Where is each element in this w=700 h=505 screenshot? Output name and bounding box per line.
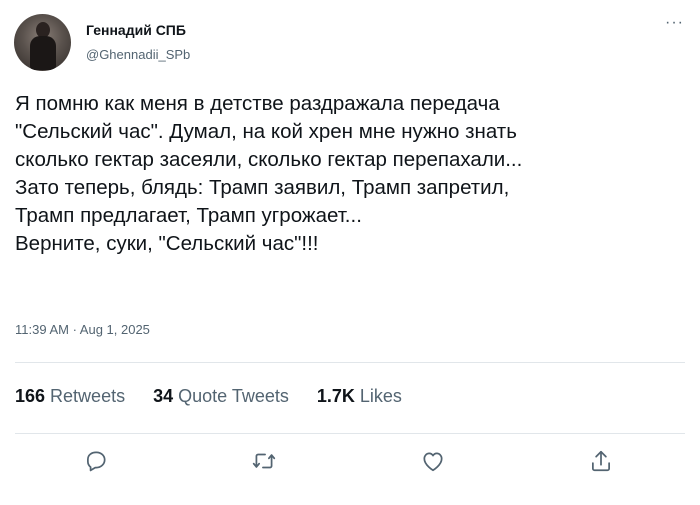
tweet-timestamp[interactable]: 11:39 AM · Aug 1, 2025 [15,322,150,337]
tweet-text-line: Верните, суки, "Сельский час"!!! [15,232,319,255]
retweet-button[interactable] [248,445,280,477]
tweet-card: Геннадий СПБ @Ghennadii_SPb ··· Я помню … [0,0,700,505]
quote-tweets-stat[interactable]: 34 Quote Tweets [153,386,289,412]
avatar[interactable] [14,14,71,71]
quote-tweets-count: 34 [153,386,174,406]
divider [15,433,685,434]
tweet-text-line: Трамп предлагает, Трамп угрожает... [15,204,362,227]
likes-count: 1.7K [316,386,355,406]
retweets-label: Retweets [50,386,126,406]
share-button[interactable] [585,445,617,477]
retweet-icon [252,453,276,469]
heart-icon [423,452,443,472]
avatar-figure-body [30,36,56,70]
tweet-text-line: Я помню как меня в детстве раздражала пе… [15,92,500,115]
reply-icon [87,451,106,472]
tweet-actions [0,445,700,485]
likes-stat[interactable]: 1.7K Likes [317,386,402,412]
share-icon [592,450,610,472]
tweet-text-line: сколько гектар засеяли, сколько гектар п… [15,148,523,171]
user-display-name[interactable]: Геннадий СПБ [86,22,186,38]
retweets-stat[interactable]: 166 Retweets [15,386,125,412]
tweet-text: Я помню как меня в детстве раздражала пе… [15,90,685,258]
retweets-count: 166 [15,386,46,406]
user-handle[interactable]: @Ghennadii_SPb [86,47,190,62]
likes-label: Likes [359,386,402,406]
divider [15,362,685,363]
more-icon[interactable]: ··· [665,15,684,31]
like-button[interactable] [417,445,449,477]
tweet-text-line: Зато теперь, блядь: Трамп заявил, Трамп … [15,176,510,199]
tweet-text-line: "Сельский час". Думал, на кой хрен мне н… [15,120,517,143]
tweet-header: Геннадий СПБ @Ghennadii_SPb ··· [14,14,686,72]
quote-tweets-label: Quote Tweets [178,386,289,406]
reply-button[interactable] [80,445,112,477]
tweet-stats: 166 Retweets 34 Quote Tweets 1.7K Likes [15,386,430,412]
